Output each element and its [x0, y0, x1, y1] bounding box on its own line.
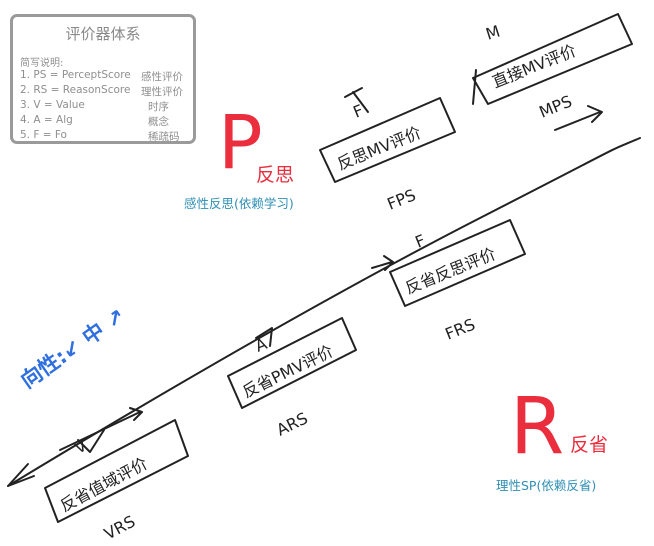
tag-m: M [483, 21, 502, 43]
main-axis-line [7, 137, 641, 487]
box-f1-text: 反思MV评价 [334, 123, 423, 174]
tag-f1: F [350, 101, 366, 122]
arrow-f2 [371, 255, 394, 271]
tag-f2: F [412, 231, 428, 252]
box-a-text: 反省PMV评价 [239, 341, 336, 401]
code-f2: FRS [442, 315, 477, 344]
sketch-canvas: M 直接MV评价 MPS F 反思MV评价 FPS F 反省反思评价 FRS A… [7, 13, 641, 544]
axis-arrowhead [7, 463, 35, 487]
code-f1: FPS [384, 185, 418, 213]
code-v: VRS [101, 512, 138, 544]
tag-a: A [252, 334, 269, 356]
code-m: MPS [536, 92, 574, 122]
box-v-text: 反省值域评价 [57, 454, 151, 516]
code-a: ARS [273, 408, 310, 439]
